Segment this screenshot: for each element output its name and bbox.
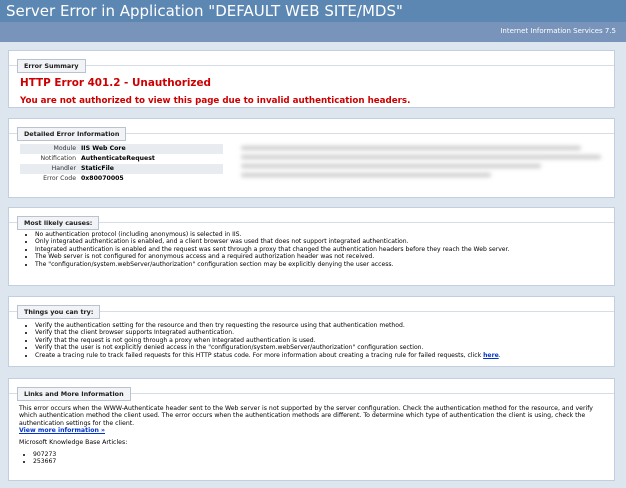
links-tab: Links and More Information [17,387,131,401]
try-list: Verify the authentication setting for th… [23,322,501,359]
causes-section: Most likely causes: No authentication pr… [8,207,615,286]
causes-tab: Most likely causes: [17,216,100,230]
links-section: Links and More Information This error oc… [8,378,615,481]
detail-row-error-code: Error Code 0x80070005 [20,174,223,184]
detail-row-handler: Handler StaticFile [20,164,223,174]
detail-row-module: Module IIS Web Core [20,144,223,154]
detail-value: StaticFile [81,165,115,172]
links-paragraph: This error occurs when the WWW-Authentic… [19,405,593,427]
list-item: No authentication protocol (including an… [35,231,509,238]
detail-key: Notification [40,155,76,162]
error-summary-section: Error Summary HTTP Error 401.2 - Unautho… [8,50,615,108]
kb-list: 907273 253667 [21,451,56,466]
list-item: The Web server is not configured for ano… [35,253,509,260]
try-tab: Things you can try: [17,305,101,319]
list-item-end: . [498,351,501,359]
page-title: Server Error in Application "DEFAULT WEB… [6,2,403,20]
list-item: Verify that the request is not going thr… [35,337,501,344]
kb-label: Microsoft Knowledge Base Articles: [19,439,128,446]
list-item: Verify that the client browser supports … [35,329,501,336]
causes-list: No authentication protocol (including an… [23,231,509,268]
list-item: The "configuration/system.webServer/auth… [35,261,509,268]
server-bar: Internet Information Services 7.5 [0,22,626,42]
try-section: Things you can try: Verify the authentic… [8,296,615,367]
detail-key: Module [53,145,77,152]
server-version: Internet Information Services 7.5 [500,27,616,35]
title-bar: Server Error in Application "DEFAULT WEB… [0,0,626,22]
error-summary-tab: Error Summary [17,59,86,73]
list-item: Create a tracing rule to track failed re… [35,352,501,359]
detail-value: AuthenticateRequest [81,155,155,162]
list-item-text: Create a tracing rule to track failed re… [35,351,484,359]
detail-key: Handler [51,165,76,172]
view-more-row: View more information » [19,427,105,434]
list-item: 907273 [33,451,56,458]
divider [9,222,614,223]
tracing-help-link[interactable]: here [483,352,499,359]
detail-key: Error Code [43,175,76,182]
error-heading: HTTP Error 401.2 - Unauthorized [20,77,211,89]
blurred-details [229,138,609,188]
list-item: Verify the authentication setting for th… [35,322,501,329]
list-item: 253667 [33,458,56,465]
detailed-error-tab: Detailed Error Information [17,127,127,141]
detail-row-notification: Notification AuthenticateRequest [20,154,223,164]
list-item: Integrated authentication is enabled and… [35,246,509,253]
detail-value: 0x80070005 [81,175,124,182]
divider [9,65,614,66]
list-item: Only integrated authentication is enable… [35,238,509,245]
detailed-error-section: Detailed Error Information Module IIS We… [8,118,615,198]
detail-value: IIS Web Core [81,145,126,152]
list-item: Verify that the user is not explicitly d… [35,344,501,351]
error-message: You are not authorized to view this page… [20,96,411,106]
view-more-link[interactable]: View more information » [19,427,105,434]
